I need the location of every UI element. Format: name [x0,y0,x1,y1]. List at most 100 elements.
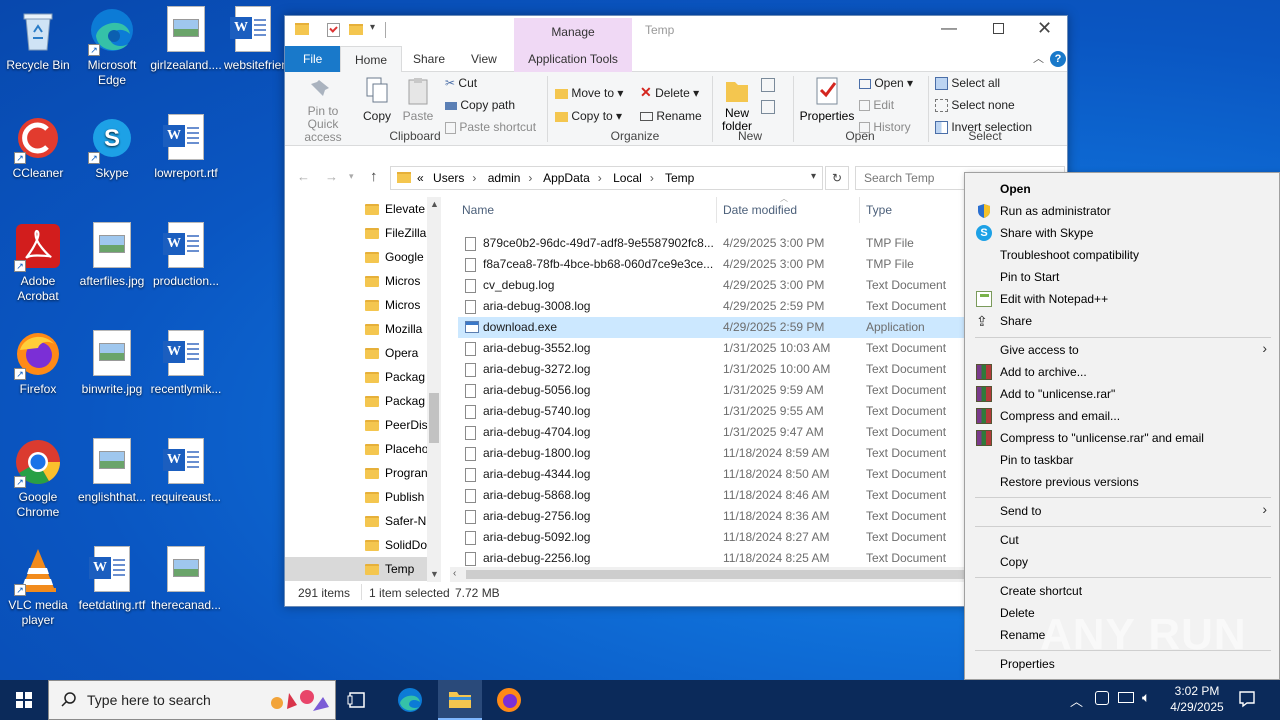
tab-home[interactable]: Home [340,46,403,73]
paste-shortcut-button[interactable]: Paste shortcut [445,120,536,134]
up-button[interactable]: ↑ [370,168,378,185]
clock[interactable]: 3:02 PM 4/29/2025 [1162,683,1232,715]
file-row[interactable]: download.exe 4/29/2025 2:59 PM Application [458,317,965,338]
menu-item-share[interactable]: Share [1000,310,1032,332]
close-button[interactable]: ✕ [1037,18,1052,39]
defender-tray-icon[interactable] [1095,691,1109,705]
menu-item-pin-to-start[interactable]: Pin to Start [1000,266,1059,288]
new-folder-button[interactable]: New folder [717,76,757,133]
notifications-icon[interactable] [1238,690,1256,708]
taskbar-edge-icon[interactable] [397,687,423,713]
nav-item[interactable]: Elevate [365,197,427,221]
task-view-icon[interactable] [347,690,369,710]
desktop-icon-websitefriend[interactable]: W websitefriend.rtf [222,0,284,100]
nav-item-temp-selected[interactable]: Temp [285,557,427,581]
address-bar[interactable]: « Users › admin › AppData › Local › Temp ▾ [390,166,823,190]
desktop-icon-lowreport[interactable]: W lowreport.rtf [148,108,224,208]
properties-button[interactable]: Properties [797,76,857,123]
volume-icon[interactable]: 🔈︎ [1142,689,1150,706]
desktop-icon-requireaust[interactable]: W requireaust... [148,432,224,532]
nav-scrollbar[interactable]: ▲ ▼ [427,197,441,582]
taskbar-search-box[interactable]: Type here to search [48,680,336,720]
menu-item-edit-with-notepad-plus-plus[interactable]: Edit with Notepad++ [1000,288,1108,310]
tab-application-tools[interactable]: Application Tools [514,46,632,72]
file-row[interactable]: aria-debug-4344.log 11/18/2024 8:50 AM Tex… [458,464,965,485]
file-row[interactable]: aria-debug-2756.log 11/18/2024 8:36 AM Tex… [458,506,965,527]
file-row[interactable]: aria-debug-5740.log 1/31/2025 9:55 AM Text… [458,401,965,422]
copy-button[interactable]: Copy [359,76,395,123]
taskbar-search-input[interactable]: Type here to search [87,692,211,708]
nav-item[interactable]: FileZilla [365,221,427,245]
tab-file[interactable]: File [285,46,341,72]
copy-path-button[interactable]: Copy path [445,98,515,112]
menu-item-send-to[interactable]: Send to [1000,500,1041,522]
menu-item-delete[interactable]: Delete [1000,602,1035,624]
menu-item-compress-and-email[interactable]: Compress and email... [1000,405,1120,427]
taskbar-firefox-icon[interactable] [496,687,522,713]
desktop-icon-production[interactable]: W production... [148,216,224,316]
desktop-icon-binwrite[interactable]: binwrite.jpg [74,324,150,424]
breadcrumb-users[interactable]: Users [433,171,464,185]
open-button[interactable]: Open ▾ [859,76,913,90]
column-header-date[interactable]: Date modified [723,203,797,217]
menu-item-create-shortcut[interactable]: Create shortcut [1000,580,1082,602]
breadcrumb-local[interactable]: Local [613,171,642,185]
address-dropdown-icon[interactable]: ▾ [811,171,816,182]
nav-item[interactable]: SolidDo [365,533,427,557]
file-row[interactable]: aria-debug-1800.log 11/18/2024 8:59 AM Tex… [458,443,965,464]
breadcrumb-temp[interactable]: Temp [665,171,694,185]
nav-item[interactable]: Publish [365,485,427,509]
column-header-name[interactable]: Name [462,203,494,217]
recent-locations-icon[interactable]: ▾ [349,171,354,182]
menu-item-compress-to-unlicense-rar-and-email[interactable]: Compress to "unlicense.rar" and email [1000,427,1204,449]
file-row[interactable]: f8a7cea8-78fb-4bce-bb68-060d7ce9e3ce....… [458,254,965,275]
menu-item-restore-previous-versions[interactable]: Restore previous versions [1000,471,1139,493]
desktop-icon-adobe-acrobat[interactable]: ↗ Adobe Acrobat [0,216,76,316]
desktop-icon-skype[interactable]: S ↗ Skype [74,108,150,208]
pin-quick-access-button[interactable]: Pin to Quick access [291,76,355,144]
menu-item-give-access-to[interactable]: Give access to [1000,339,1079,361]
paste-button[interactable]: Paste [399,76,437,123]
file-row[interactable]: 879ce0b2-96dc-49d7-adf8-9e5587902fc8....… [458,233,965,254]
network-icon[interactable] [1118,692,1134,703]
new-folder-qat-icon[interactable] [349,24,363,35]
file-row[interactable]: cv_debug.log 4/29/2025 3:00 PM Text Docume… [458,275,965,296]
file-row[interactable]: aria-debug-3272.log 1/31/2025 10:00 AM Tex… [458,359,965,380]
nav-item[interactable]: Progran [365,461,427,485]
horizontal-scrollbar-thumb[interactable] [466,570,965,579]
menu-item-add-to-unlicense-rar[interactable]: Add to "unlicense.rar" [1000,383,1115,405]
search-input[interactable]: Search Temp [864,171,934,185]
menu-item-copy[interactable]: Copy [1000,551,1028,573]
copy-to-button[interactable]: Copy to ▾ [555,109,622,123]
desktop-icon-recycle-bin[interactable]: Recycle Bin [0,0,76,100]
refresh-button[interactable]: ↻ [825,166,849,190]
taskbar-file-explorer-active[interactable] [438,680,482,720]
desktop-icon-vlc[interactable]: ↗ VLC media player [0,540,76,640]
new-item-icon[interactable] [761,78,775,92]
file-row[interactable]: aria-debug-3008.log 4/29/2025 2:59 PM Text… [458,296,965,317]
breadcrumb-overflow[interactable]: « [417,171,424,185]
desktop-icon-therecanad[interactable]: therecanad... [148,540,224,640]
easy-access-icon[interactable] [761,100,775,114]
menu-item-run-as-administrator[interactable]: Run as administrator [1000,200,1111,222]
menu-item-pin-to-taskbar[interactable]: Pin to taskbar [1000,449,1073,471]
breadcrumb-appdata[interactable]: AppData [543,171,590,185]
desktop-icon-recentlymik[interactable]: W recentlymik... [148,324,224,424]
tab-share[interactable]: Share [399,46,459,72]
nav-item[interactable]: PeerDis [365,413,427,437]
desktop-icon-feetdating[interactable]: W feetdating.rtf [74,540,150,640]
file-row[interactable]: aria-debug-5092.log 11/18/2024 8:27 AM Tex… [458,527,965,548]
manage-context-tab-header[interactable]: Manage [514,18,632,46]
rename-button[interactable]: Rename [640,109,702,123]
qat-dropdown-icon[interactable]: ▾ [370,22,375,33]
nav-item[interactable]: Mozilla [365,317,427,341]
breadcrumb-admin[interactable]: admin [488,171,521,185]
menu-item-rename[interactable]: Rename [1000,624,1045,646]
edit-button[interactable]: Edit [859,98,894,112]
desktop-icon-afterfiles[interactable]: afterfiles.jpg [74,216,150,316]
tab-view[interactable]: View [457,46,511,72]
help-icon[interactable]: ? [1050,51,1066,67]
nav-item[interactable]: Opera [365,341,427,365]
nav-item[interactable]: Micros [365,293,427,317]
file-row[interactable]: aria-debug-5056.log 1/31/2025 9:59 AM Text… [458,380,965,401]
